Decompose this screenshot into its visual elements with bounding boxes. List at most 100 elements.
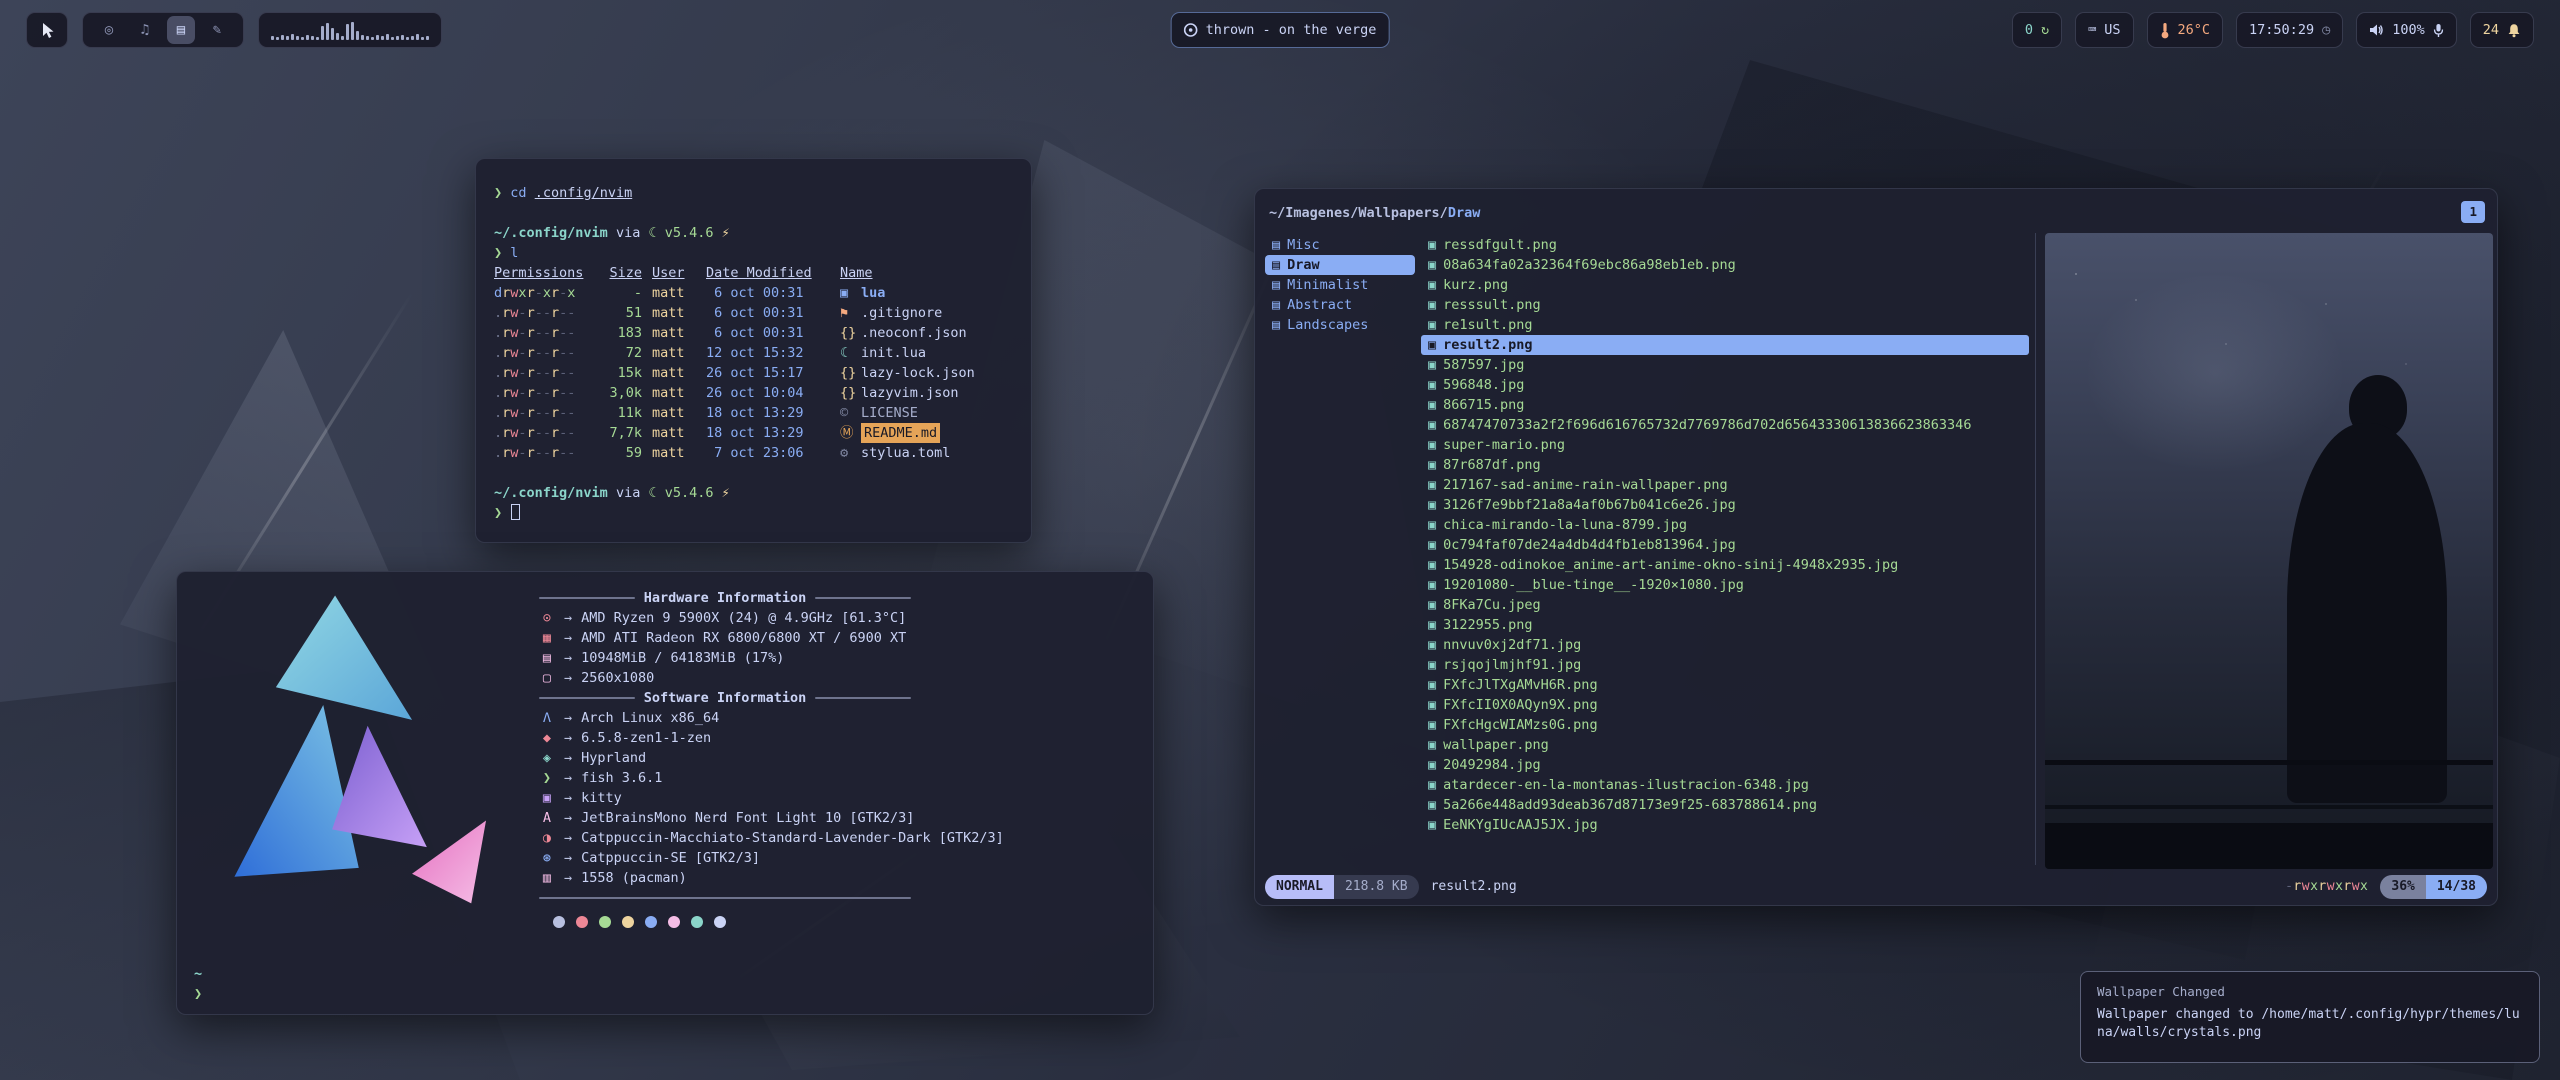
tab-badge: 1 [2461,201,2485,223]
visualizer-bar [411,36,414,40]
workspace-button-web[interactable]: ◎ [95,16,123,44]
fetch-line: ◑→Catppuccin-Macchiato-Standard-Lavender… [539,828,1135,848]
visualizer-bar [396,36,399,40]
file-row[interactable]: ▣resssult.png [1421,295,2029,315]
os-icon: Λ [539,708,555,728]
workspace-button-edit[interactable]: ✎ [203,16,231,44]
sidebar-folder-draw[interactable]: ▤Draw [1265,255,1415,275]
balcony-railing [2045,760,2493,765]
file-row[interactable]: ▣kurz.png [1421,275,2029,295]
file-row[interactable]: ▣FXfcII0X0AQyn9X.png [1421,695,2029,715]
file-row[interactable]: ▣super-mario.png [1421,435,2029,455]
fetch-line: ◈→Hyprland [539,748,1135,768]
image-file-icon: ▣ [1428,315,1436,335]
file-row[interactable]: ▣rsjqojlmjhf91.jpg [1421,655,2029,675]
file-row[interactable]: ▣atardecer-en-la-montanas-ilustracion-63… [1421,775,2029,795]
file-row[interactable]: ▣08a634fa02a32364f69ebc86a98eb1eb.png [1421,255,2029,275]
notification-toast[interactable]: Wallpaper Changed Wallpaper changed to /… [2080,971,2540,1063]
notifications-widget[interactable]: 24 [2470,12,2534,48]
folder-icon: ▤ [1272,275,1280,295]
disc-icon [1184,23,1198,37]
visualizer-bar [321,26,324,40]
file-row[interactable]: ▣87r687df.png [1421,455,2029,475]
terminal-prompt-line[interactable]: ❯ [494,503,1013,523]
file-row[interactable]: ▣result2.png [1421,335,2029,355]
file-row[interactable]: ▣3126f7e9bbf21a8a4af0b67b041c6e26.jpg [1421,495,2029,515]
file-row[interactable]: ▣68747470733a2f2f696d616765732d7769786d7… [1421,415,2029,435]
updates-count: 0 [2025,22,2033,38]
status-filename: result2.png [1431,877,1517,897]
cpu-icon: ⊙ [539,608,555,628]
launcher-button[interactable] [26,12,68,48]
keyboard-layout-widget[interactable]: ⌨ US [2075,12,2133,48]
temperature-widget[interactable]: 26°C [2147,12,2224,48]
file-row[interactable]: ▣re1sult.png [1421,315,2029,335]
music-icon: ♫ [141,22,149,38]
sidebar-folder-minimalist[interactable]: ▤Minimalist [1265,275,1415,295]
file-row[interactable]: ▣FXfcHgcWIAMzs0G.png [1421,715,2029,735]
visualizer-bar [366,36,369,40]
sidebar-folder-abstract[interactable]: ▤Abstract [1265,295,1415,315]
terminal-file-row: drwxr-xr-x-matt 6 oct 00:31▣lua [494,283,1013,303]
file-row[interactable]: ▣EeNKYgIUcAAJ5JX.jpg [1421,815,2029,835]
visualizer-bar [336,33,339,40]
bell-icon [2507,23,2521,38]
clock-widget[interactable]: 17:50:29 ◷ [2236,12,2343,48]
arrow-icon: → [564,728,572,748]
file-row[interactable]: ▣FXfcJlTXgAMvH6R.png [1421,675,2029,695]
temperature-value: 26°C [2178,22,2211,38]
pencil-icon: ✎ [213,22,221,38]
fetch-line: ▣→kitty [539,788,1135,808]
volume-widget[interactable]: 100% [2356,12,2457,48]
file-row[interactable]: ▣5a266e448add93deab367d87173e9f25-683788… [1421,795,2029,815]
moon-icon: ☾ [648,485,656,501]
workspace-button-music[interactable]: ♫ [131,16,159,44]
stars [2075,273,2077,275]
file-manager-window[interactable]: ~/Imagenes/Wallpapers/Draw 1 ▤Misc▤Draw▤… [1254,188,2498,906]
image-file-icon: ▣ [1428,635,1436,655]
file-row[interactable]: ▣0c794faf07de24a4db4d4fb1eb813964.jpg [1421,535,2029,555]
fetch-line: ❯→fish 3.6.1 [539,768,1135,788]
fetch-terminal-window[interactable]: Hardware Information⊙→AMD Ryzen 9 5900X … [176,571,1154,1015]
file-row[interactable]: ▣wallpaper.png [1421,735,2029,755]
gpu-icon: ▦ [539,628,555,648]
visualizer-bars [271,20,429,40]
file-row[interactable]: ▣nnvuv0xj2df71.jpg [1421,635,2029,655]
visualizer-bar [381,36,384,40]
fm-file-list: ▣ressdfgult.png▣08a634fa02a32364f69ebc86… [1421,235,2029,835]
display-icon: ▢ [539,668,555,688]
sidebar-folder-landscapes[interactable]: ▤Landscapes [1265,315,1415,335]
visualizer-bar [306,35,309,40]
fm-status-bar: NORMAL 218.8 KB result2.png -rwxrwxrwx 3… [1265,875,2487,899]
image-file-icon: ▣ [1428,455,1436,475]
updates-widget[interactable]: 0 ↻ [2012,12,2062,48]
command-arg: .config/nvim [535,185,633,201]
palette-dot [622,916,634,928]
fetch-shell-prompt[interactable]: ~ ❯ [194,964,202,1004]
file-row[interactable]: ▣3122955.png [1421,615,2029,635]
file-row[interactable]: ▣217167-sad-anime-rain-wallpaper.png [1421,475,2029,495]
image-file-icon: ▣ [1428,695,1436,715]
visualizer-bar [341,36,344,40]
file-row[interactable]: ▣ressdfgult.png [1421,235,2029,255]
file-row[interactable]: ▣154928-odinokoe_anime-art-anime-okno-si… [1421,555,2029,575]
file-row[interactable]: ▣587597.jpg [1421,355,2029,375]
workspace-button-files[interactable]: ▤ [167,16,195,44]
markdown-icon: Ⓜ [840,423,854,443]
shell-icon: ❯ [539,768,555,788]
file-row[interactable]: ▣19201080-__blue-tinge__-1920×1080.jpg [1421,575,2029,595]
file-row[interactable]: ▣20492984.jpg [1421,755,2029,775]
terminal-window[interactable]: ❯ cd .config/nvim ~/.config/nvim via ☾ v… [475,158,1032,543]
workspace-switcher: ◎ ♫ ▤ ✎ [82,12,244,48]
image-file-icon: ▣ [1428,795,1436,815]
sidebar-folder-misc[interactable]: ▤Misc [1265,235,1415,255]
file-row[interactable]: ▣596848.jpg [1421,375,2029,395]
file-row[interactable]: ▣8FKa7Cu.jpeg [1421,595,2029,615]
palette-dot [668,916,680,928]
zap-icon: ⚡ [722,225,730,241]
balcony-railing [2045,805,2493,809]
media-widget[interactable]: thrown - on the verge [1171,12,1390,48]
file-row[interactable]: ▣chica-mirando-la-luna-8799.jpg [1421,515,2029,535]
crystal-logo [193,580,489,910]
file-row[interactable]: ▣866715.png [1421,395,2029,415]
